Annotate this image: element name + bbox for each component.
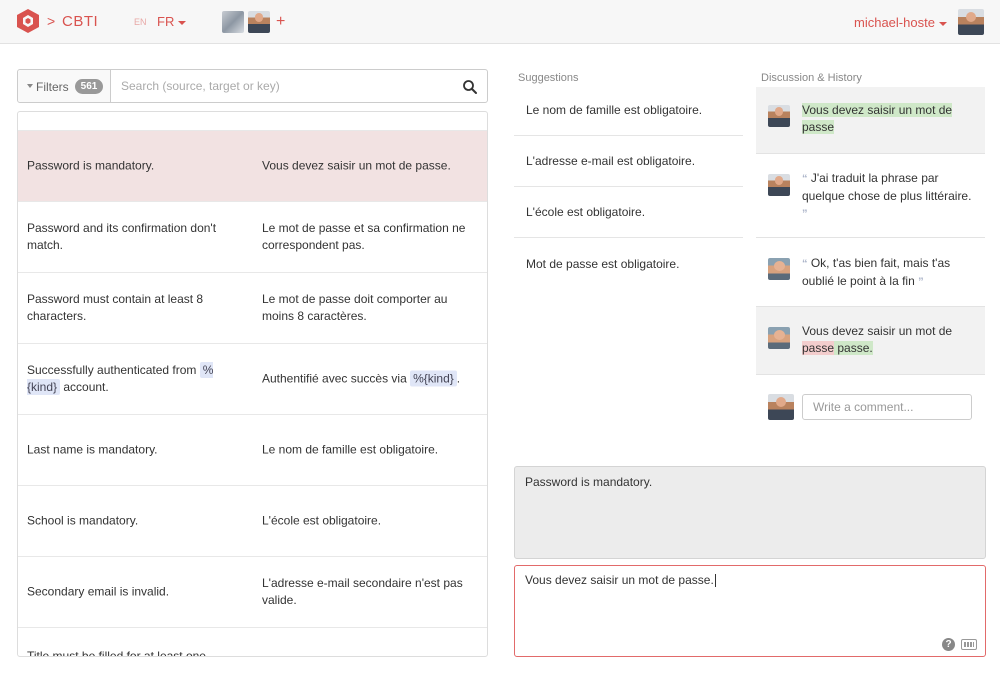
list-spacer-row — [18, 112, 487, 131]
suggestion-item[interactable]: Mot de passe est obligatoire. — [514, 238, 743, 289]
quote-open-icon: “ — [802, 173, 808, 185]
placeholder-tag: %{kind} — [410, 370, 457, 387]
avatar — [768, 258, 790, 280]
comment-entry: “ Ok, t'as bien fait, mais t'as oublié l… — [756, 238, 985, 307]
translation-list: Password is mandatory. Vous devez saisir… — [17, 111, 488, 657]
target-text: L'adresse e-mail secondaire n'est pas va… — [262, 576, 463, 607]
quote-close-icon: ” — [918, 276, 924, 288]
comment-body: J'ai traduit la phrase par quelque chose… — [802, 171, 972, 203]
added-text: passe. — [834, 341, 873, 355]
translation-row[interactable]: Title must be filled for at least one — [18, 628, 487, 657]
comment-entry: “ J'ai traduit la phrase par quelque cho… — [756, 154, 985, 238]
target-text: Vous devez saisir un mot de passe. — [262, 158, 451, 173]
target-text: Le mot de passe et sa confirmation ne co… — [262, 221, 466, 252]
history-entry: Vous devez saisir un mot de passe passe. — [756, 307, 985, 375]
translation-row[interactable]: Secondary email is invalid. L'adresse e-… — [18, 557, 487, 628]
history-text-plain: Vous devez saisir un mot de — [802, 324, 953, 338]
filter-search-bar: Filters 561 — [17, 69, 488, 103]
add-collaborator-button[interactable]: + — [276, 13, 285, 31]
suggestion-text: L'école est obligatoire. — [526, 205, 646, 219]
target-text: Le nom de famille est obligatoire. — [262, 442, 439, 457]
target-text-part: . — [456, 371, 461, 386]
avatar — [768, 174, 790, 196]
keyboard-icon[interactable] — [961, 639, 977, 650]
comment-body: Ok, t'as bien fait, mais t'as oublié le … — [802, 256, 951, 288]
help-icon[interactable]: ? — [942, 638, 955, 651]
comment-text: “ J'ai traduit la phrase par quelque cho… — [802, 170, 978, 223]
chevron-down-icon — [178, 20, 187, 25]
translation-row[interactable]: Successfully authenticated from %{kind} … — [18, 344, 487, 415]
quote-open-icon: “ — [802, 258, 808, 270]
suggestion-item[interactable]: L'adresse e-mail est obligatoire. — [514, 136, 743, 187]
translation-text[interactable]: Vous devez saisir un mot de passe. — [525, 573, 716, 588]
translation-value: Vous devez saisir un mot de passe. — [525, 573, 714, 587]
comment-text: “ Ok, t'as bien fait, mais t'as oublié l… — [802, 255, 978, 291]
user-avatar[interactable] — [958, 9, 984, 35]
source-text: Title must be filled for at least one — [27, 649, 206, 657]
current-user-avatar — [768, 394, 794, 420]
collaborator-avatar[interactable] — [222, 11, 244, 33]
history-text: Vous devez saisir un mot de passe passe. — [802, 323, 978, 357]
source-language[interactable]: EN — [134, 17, 147, 27]
suggestions-heading: Suggestions — [518, 72, 579, 84]
translation-row[interactable]: Password and its confirmation don't matc… — [18, 202, 487, 273]
filters-count-badge: 561 — [75, 79, 103, 94]
source-text: Password must contain at least 8 charact… — [27, 292, 204, 323]
suggestion-text: L'adresse e-mail est obligatoire. — [526, 154, 696, 168]
filters-button[interactable]: Filters 561 — [18, 70, 111, 102]
translation-row[interactable]: School is mandatory. L'école est obligat… — [18, 486, 487, 557]
text-cursor — [714, 574, 716, 588]
project-name[interactable]: CBTI — [62, 13, 98, 30]
search-icon[interactable] — [462, 79, 478, 95]
suggestion-item[interactable]: L'école est obligatoire. — [514, 187, 743, 238]
target-text: Le mot de passe doit comporter au moins … — [262, 292, 448, 323]
target-language-dropdown[interactable]: FR — [157, 14, 187, 29]
history-entry: Vous devez saisir un mot de passe — [756, 87, 985, 154]
source-text: Successfully authenticated from %{kind} … — [27, 362, 232, 396]
source-text: Password and its confirmation don't matc… — [27, 221, 217, 252]
removed-text: passe — [802, 341, 835, 355]
source-text: School is mandatory. — [27, 513, 139, 528]
target-text: L'école est obligatoire. — [262, 513, 382, 528]
comment-input[interactable] — [802, 394, 972, 420]
logo-icon[interactable] — [16, 8, 40, 34]
source-text: Last name is mandatory. — [27, 442, 158, 457]
translation-editor[interactable]: Vous devez saisir un mot de passe. ? — [514, 565, 986, 657]
source-text-part: account. — [60, 380, 109, 394]
quote-close-icon: ” — [802, 208, 808, 220]
chevron-down-icon — [938, 21, 947, 26]
translation-row[interactable]: Last name is mandatory. Le nom de famill… — [18, 415, 487, 486]
suggestion-item[interactable]: Le nom de famille est obligatoire. — [514, 85, 743, 136]
top-bar: > CBTI EN FR + michael-hoste — [0, 0, 1000, 44]
source-text: Secondary email is invalid. — [27, 584, 170, 599]
added-text: Vous devez saisir un mot de passe — [802, 103, 953, 134]
suggestion-text: Mot de passe est obligatoire. — [526, 256, 680, 271]
source-text: Password is mandatory. — [27, 158, 155, 173]
history-text: Vous devez saisir un mot de passe — [802, 102, 978, 136]
target-text: Authentifié avec succès via %{kind}. — [262, 370, 477, 388]
target-text-part: Authentifié avec succès via — [262, 371, 411, 386]
breadcrumb-separator: > — [47, 13, 56, 29]
source-text: Password is mandatory. — [525, 475, 653, 489]
chevron-down-icon — [27, 84, 33, 88]
avatar — [768, 327, 790, 349]
collaborator-avatar[interactable] — [248, 11, 270, 33]
suggestion-text: Le nom de famille est obligatoire. — [526, 103, 703, 117]
filters-label: Filters — [36, 80, 69, 94]
source-text-part: Successfully authenticated from — [27, 363, 200, 377]
translation-row[interactable]: Password must contain at least 8 charact… — [18, 273, 487, 344]
avatar — [768, 105, 790, 127]
target-language-label: FR — [157, 14, 175, 29]
username: michael-hoste — [854, 15, 935, 30]
user-menu[interactable]: michael-hoste — [854, 15, 947, 30]
source-panel: Password is mandatory. — [514, 466, 986, 559]
discussion-heading: Discussion & History — [761, 72, 862, 84]
translation-row-active[interactable]: Password is mandatory. Vous devez saisir… — [18, 131, 487, 202]
search-input[interactable] — [112, 70, 452, 102]
